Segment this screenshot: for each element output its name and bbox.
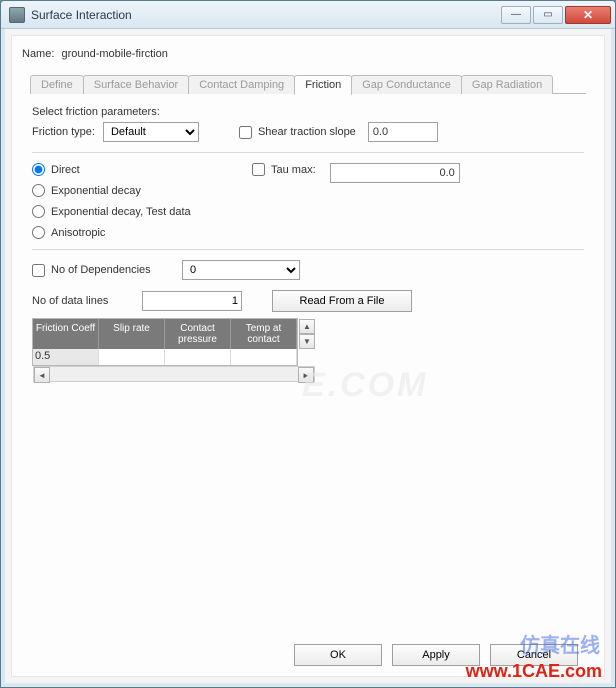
table-hscroll[interactable]: ◄ ► [33,366,315,382]
tab-gap-conductance[interactable]: Gap Conductance [351,75,462,94]
col-slip-rate: Slip rate [99,319,165,349]
cancel-button[interactable]: Cancel [490,644,578,666]
friction-type-label: Friction type: [32,126,95,138]
separator-2 [32,249,584,250]
titlebar[interactable]: Surface Interaction — ▭ ✕ [1,1,615,29]
taumax-value[interactable]: 0.0 [330,163,460,183]
select-friction-label: Select friction parameters: [32,106,160,118]
client-area: Name: ground-mobile-firction Define Surf… [1,29,615,687]
shear-slope-label: Shear traction slope [258,126,356,138]
cell-friction-coeff[interactable]: 0.5 [33,349,99,365]
apply-button[interactable]: Apply [392,644,480,666]
shear-slope-check-input[interactable] [239,126,252,139]
radio-anisotropic-input[interactable] [32,226,45,239]
maximize-button[interactable]: ▭ [533,6,563,24]
col-friction-coeff: Friction Coeff [33,319,99,349]
dialog-body: Name: ground-mobile-firction Define Surf… [11,35,605,677]
ok-button[interactable]: OK [294,644,382,666]
taumax-label: Tau max: [271,164,316,176]
friction-table[interactable]: Friction Coeff Slip rate Contact pressur… [32,318,298,366]
shear-slope-value[interactable]: 0.0 [368,122,438,142]
scroll-down-icon[interactable]: ▼ [299,334,315,349]
dependencies-checkbox[interactable]: No of Dependencies [32,264,182,277]
name-label: Name: [22,48,54,60]
cell-temp-contact[interactable] [231,349,297,365]
scroll-left-icon[interactable]: ◄ [34,367,50,383]
window-frame: Surface Interaction — ▭ ✕ Name: ground-m… [0,0,616,688]
radio-anisotropic[interactable]: Anisotropic [32,226,252,239]
app-icon [9,7,25,23]
friction-type-select[interactable]: Default [103,122,199,142]
data-lines-input[interactable] [142,291,242,311]
dependencies-label: No of Dependencies [51,264,151,276]
minimize-button[interactable]: — [501,6,531,24]
radio-exp-decay-test[interactable]: Exponential decay, Test data [32,205,252,218]
table-row[interactable]: 0.5 [33,349,297,365]
cell-contact-pressure[interactable] [165,349,231,365]
window-title: Surface Interaction [31,8,501,22]
tabstrip: Define Surface Behavior Contact Damping … [12,72,604,94]
table-vscroll[interactable]: ▲ ▼ [299,319,315,349]
tab-gap-radiation[interactable]: Gap Radiation [461,75,553,94]
col-contact-pressure: Contact pressure [165,319,231,349]
dependencies-select[interactable]: 0 [182,260,300,280]
scroll-right-icon[interactable]: ► [298,367,314,383]
tab-define[interactable]: Define [30,75,84,94]
shear-slope-checkbox[interactable]: Shear traction slope [239,126,356,139]
data-lines-label: No of data lines [32,295,142,307]
taumax-checkbox[interactable]: Tau max: [252,163,316,176]
radio-exp-decay[interactable]: Exponential decay [32,184,252,197]
col-temp-contact: Temp at contact [231,319,297,349]
radio-exp-decay-input[interactable] [32,184,45,197]
tab-contact-damping[interactable]: Contact Damping [188,75,295,94]
radio-exp-decay-test-input[interactable] [32,205,45,218]
tab-surface-behavior[interactable]: Surface Behavior [83,75,189,94]
cell-slip-rate[interactable] [99,349,165,365]
radio-direct[interactable]: Direct [32,163,252,176]
name-value: ground-mobile-firction [61,48,167,60]
separator-1 [32,152,584,153]
tab-friction[interactable]: Friction [294,75,352,95]
tab-panel-friction: Select friction parameters: Friction typ… [30,94,586,382]
close-button[interactable]: ✕ [565,6,611,24]
dependencies-check-input[interactable] [32,264,45,277]
scroll-up-icon[interactable]: ▲ [299,319,315,334]
read-from-file-button[interactable]: Read From a File [272,290,412,312]
taumax-check-input[interactable] [252,163,265,176]
radio-direct-input[interactable] [32,163,45,176]
